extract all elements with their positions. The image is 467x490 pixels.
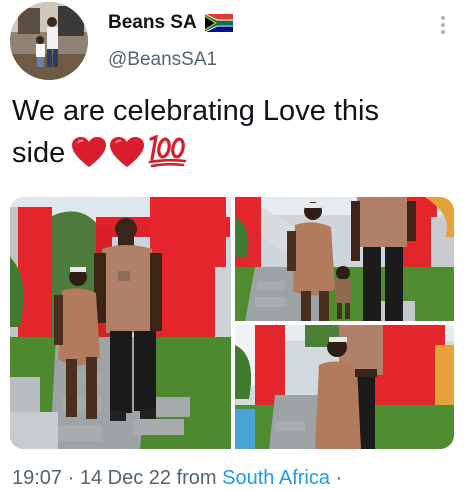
- more-options-icon[interactable]: [432, 12, 454, 38]
- tweet-text-line-1: We are celebrating Love this: [12, 95, 380, 127]
- from-label: from: [176, 467, 217, 489]
- south-africa-flag-icon: [204, 14, 233, 32]
- tweet-source-link[interactable]: South Africa: [222, 467, 330, 489]
- photo-1[interactable]: [10, 197, 231, 449]
- tweet-date[interactable]: 14 Dec 22: [80, 467, 171, 489]
- media-grid: [10, 197, 454, 449]
- avatar[interactable]: [10, 2, 88, 80]
- photo-2[interactable]: [235, 197, 454, 321]
- photo-3[interactable]: [235, 325, 454, 449]
- tweet-text-line-2-row: side: [12, 132, 452, 174]
- author-handle[interactable]: @BeansSA1: [108, 49, 217, 71]
- meta-separator-2: ·: [335, 467, 343, 489]
- tweet-meta: 19:07 · 14 Dec 22 from South Africa ·: [12, 467, 342, 490]
- tweet-card: Beans SA @BeansSA1 We are celebrating Lo…: [0, 0, 467, 490]
- red-heart-icon: [110, 137, 145, 167]
- red-heart-icon: [72, 137, 107, 167]
- tweet-time[interactable]: 19:07: [12, 467, 62, 489]
- tweet-text-line-2: side: [12, 137, 66, 169]
- author-row: Beans SA: [108, 12, 233, 34]
- hundred-points-icon: [148, 135, 187, 168]
- emoji-group: [71, 135, 187, 169]
- tweet-text: We are celebrating Love this side: [12, 90, 452, 174]
- author-name[interactable]: Beans SA: [108, 12, 197, 34]
- meta-separator-1: ·: [67, 467, 75, 489]
